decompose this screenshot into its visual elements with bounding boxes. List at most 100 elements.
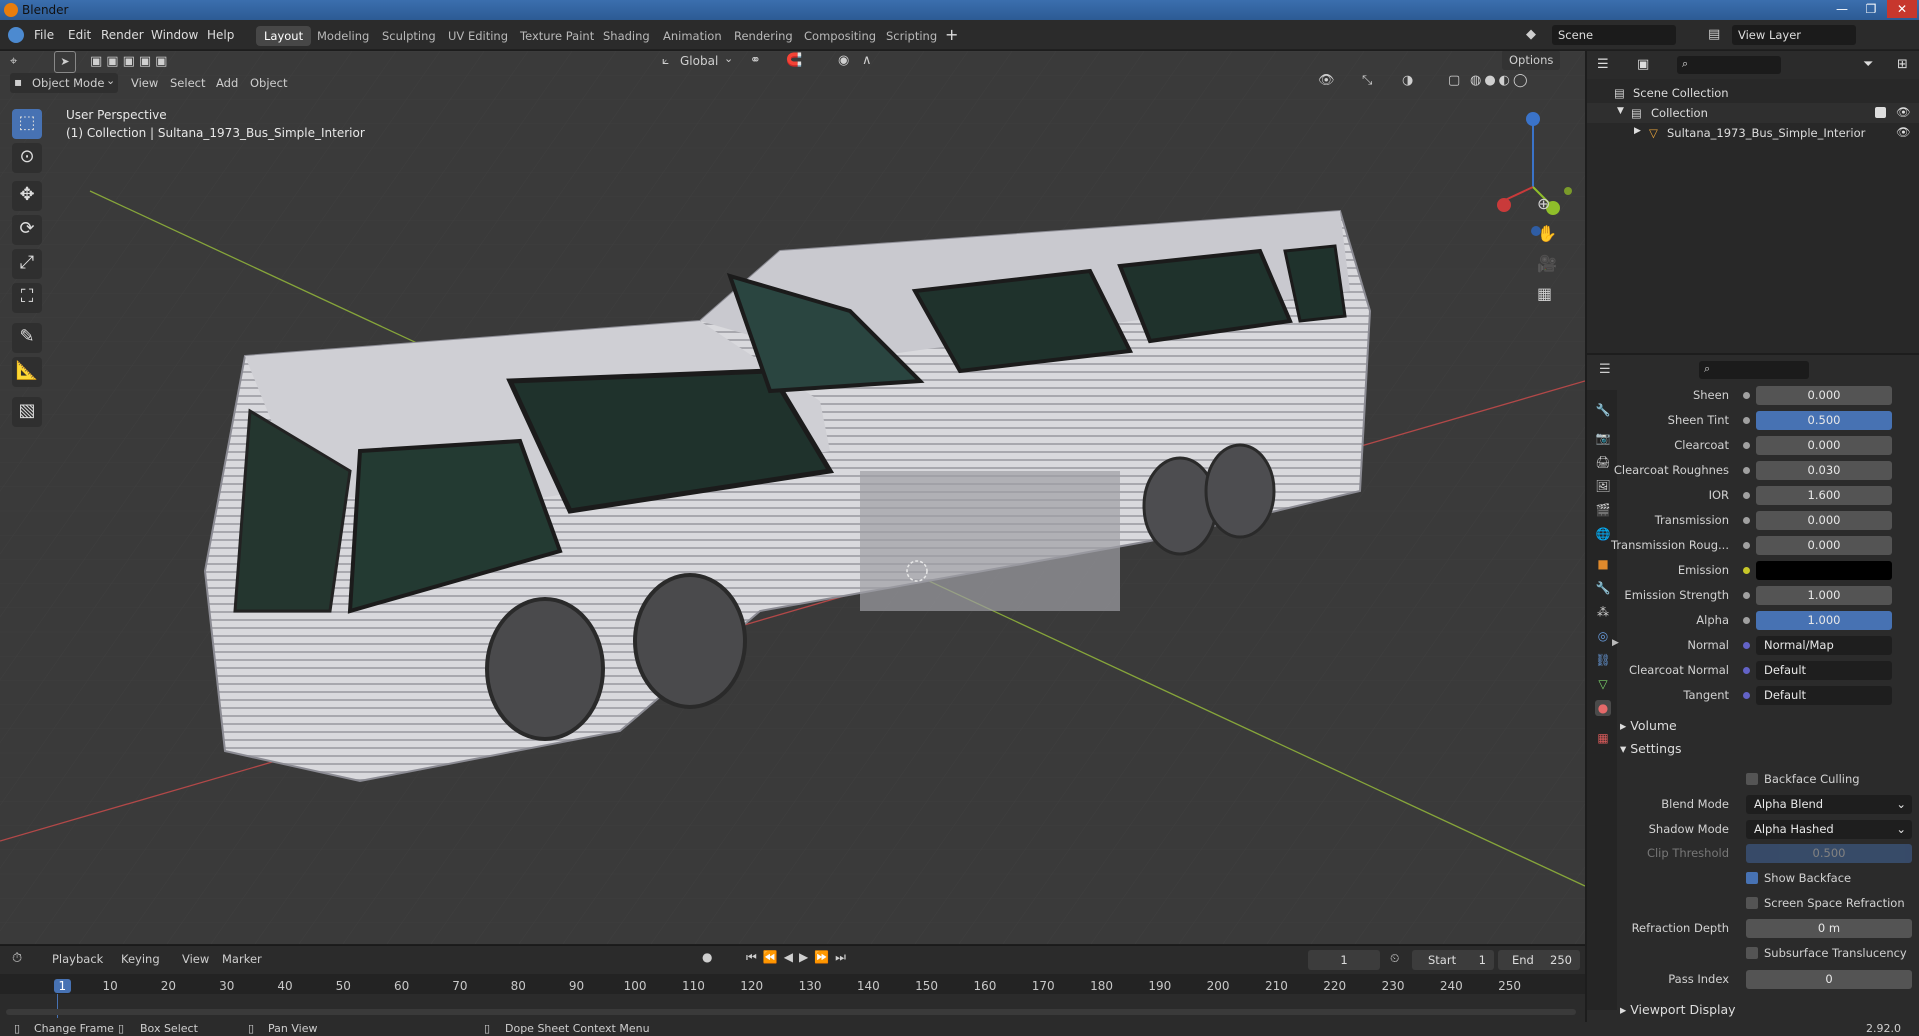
outliner-row-collection[interactable]: ▼ ▤ Collection 👁 [1587,103,1919,123]
menu-file[interactable]: File [34,28,54,42]
clip-threshold-field[interactable]: 0.500 [1746,844,1912,863]
menu-window[interactable]: Window [151,28,198,42]
annotate-tool[interactable]: ✎ [12,323,42,353]
ior-socket-icon[interactable] [1743,492,1750,499]
transmission-roug-socket-icon[interactable] [1743,542,1750,549]
camera-icon[interactable]: 🎥 [1537,254,1557,273]
gizmo-icon[interactable]: ⤡ [1362,73,1372,88]
scale-tool[interactable]: ⤢ [12,249,42,279]
timeline-editor-icon[interactable]: ⏱ [12,951,22,966]
view-layer-field[interactable]: View Layer [1732,25,1856,45]
record-icon[interactable]: ● [702,950,712,964]
clearcoat-roughnes-socket-icon[interactable] [1743,467,1750,474]
start-frame-field[interactable]: Start 1 [1412,950,1494,970]
object-tab-icon[interactable]: ■ [1595,556,1611,572]
eye-icon[interactable]: 👁 [1896,105,1911,119]
current-frame-field[interactable]: 1 [1308,950,1380,970]
timeline-scrollbar[interactable] [6,1009,1576,1015]
xray-icon[interactable]: ▢ [1448,73,1460,88]
orientation-select[interactable]: Global [680,54,718,68]
properties-editor-icon[interactable]: ☰ [1599,362,1611,377]
tab-animation[interactable]: Animation [655,26,730,46]
clearcoat-field[interactable]: 0.000 [1756,436,1892,455]
visibility-icon[interactable]: 👁 [1318,73,1335,88]
alpha-field[interactable]: 1.000 [1756,611,1892,630]
properties-search-input[interactable]: ⌕ [1699,361,1809,379]
options-dropdown[interactable]: Options [1502,51,1561,70]
shadow-mode-select[interactable]: Alpha Hashed ⌄ [1746,820,1912,839]
refraction-depth-field[interactable]: 0 m [1746,919,1912,938]
mode-select[interactable]: ▪ Object Mode ⌄ [10,73,118,93]
shading-mode-icons[interactable]: ◍●◐◯ [1470,73,1531,88]
timeline-menu-marker[interactable]: Marker [222,952,262,966]
tool-tab-icon[interactable]: 🔧 [1595,402,1611,418]
viewport-menu-add[interactable]: Add [216,76,238,90]
transmission-socket-icon[interactable] [1743,517,1750,524]
tab-scripting[interactable]: Scripting [878,26,945,46]
sheen-field[interactable]: 0.000 [1756,386,1892,405]
render-tab-icon[interactable]: 📷 [1595,430,1611,446]
measure-tool[interactable]: 📐 [12,357,42,387]
outliner-search-input[interactable]: ⌕ [1677,56,1781,74]
outliner-row-scene-collection[interactable]: ▤ Scene Collection [1587,83,1919,103]
transmission-field[interactable]: 0.000 [1756,511,1892,530]
maximize-button[interactable]: ❐ [1857,0,1885,18]
orientation-icon[interactable]: ⟀ [662,53,669,68]
clearcoat-socket-icon[interactable] [1743,442,1750,449]
zoom-icon[interactable]: ⊕ [1537,194,1550,213]
outliner-editor-icon[interactable]: ☰ [1597,57,1609,72]
add-workspace-button[interactable]: + [945,25,958,44]
move-tool[interactable]: ✥ [12,181,42,211]
sheen-socket-icon[interactable] [1743,392,1750,399]
transmission-roug-field[interactable]: 0.000 [1756,536,1892,555]
snap-icon[interactable]: 🧲 [786,53,802,68]
constraints-tab-icon[interactable]: ⛓ [1595,652,1611,668]
emission-field[interactable] [1756,561,1892,580]
tab-rendering[interactable]: Rendering [726,26,801,46]
material-tab-icon[interactable]: ● [1595,700,1611,716]
pass-index-field[interactable]: 0 [1746,970,1912,989]
sheen-tint-field[interactable]: 0.500 [1756,411,1892,430]
scene-tab-icon[interactable]: 🎬 [1595,502,1611,518]
overlay-icon[interactable]: ◑ [1402,73,1413,88]
alpha-socket-icon[interactable] [1743,617,1750,624]
subsurface-translucency-checkbox[interactable] [1746,947,1758,959]
physics-tab-icon[interactable]: ◎ [1595,628,1611,644]
clearcoat-roughnes-field[interactable]: 0.030 [1756,461,1892,480]
add-cube-tool[interactable]: ▧ [12,397,42,427]
display-mode-icon[interactable]: ▣ [1637,57,1649,72]
volume-section[interactable]: ▸ Volume [1620,718,1677,733]
ior-field[interactable]: 1.600 [1756,486,1892,505]
viewport-menu-view[interactable]: View [131,76,158,90]
stopwatch-icon[interactable]: ⏲ [1390,951,1399,966]
particles-tab-icon[interactable]: ⁂ [1595,604,1611,620]
select-box-tool[interactable]: ⬚ [12,109,42,139]
frame-ruler[interactable] [0,974,1585,994]
eye-icon[interactable]: 👁 [1896,125,1911,139]
pan-hand-icon[interactable]: ✋ [1537,224,1557,243]
output-tab-icon[interactable]: 🖨 [1595,454,1611,470]
tab-sculpting[interactable]: Sculpting [374,26,444,46]
emission-strength-field[interactable]: 1.000 [1756,586,1892,605]
tab-modeling[interactable]: Modeling [309,26,377,46]
3d-viewport[interactable]: ⌖ ➤ ▣▣▣▣▣ ⟀ Global ⌄ ⚭ 🧲 ◉ ∧ Options 👁 ⤡… [0,51,1585,944]
modifier-tab-icon[interactable]: 🔧 [1595,580,1611,596]
filter-icon[interactable]: ⏷ [1863,57,1873,72]
timeline-menu-playback[interactable]: Playback [52,952,103,966]
menu-help[interactable]: Help [207,28,234,42]
tab-shading[interactable]: Shading [595,26,658,46]
menu-edit[interactable]: Edit [68,28,91,42]
menu-render[interactable]: Render [101,28,144,42]
new-collection-icon[interactable]: ⊞ [1897,57,1908,72]
end-frame-field[interactable]: End 250 [1498,950,1580,970]
sheen-tint-socket-icon[interactable] [1743,417,1750,424]
tab-texture-paint[interactable]: Texture Paint [512,26,602,46]
timeline-menu-view[interactable]: View [182,952,209,966]
viewport-menu-select[interactable]: Select [170,76,205,90]
tangent-socket-icon[interactable] [1743,692,1750,699]
tangent-field[interactable]: Default [1756,686,1892,705]
texture-tab-icon[interactable]: ▦ [1595,730,1611,746]
blend-mode-select[interactable]: Alpha Blend ⌄ [1746,795,1912,814]
falloff-icon[interactable]: ∧ [862,53,872,68]
rotate-tool[interactable]: ⟳ [12,215,42,245]
